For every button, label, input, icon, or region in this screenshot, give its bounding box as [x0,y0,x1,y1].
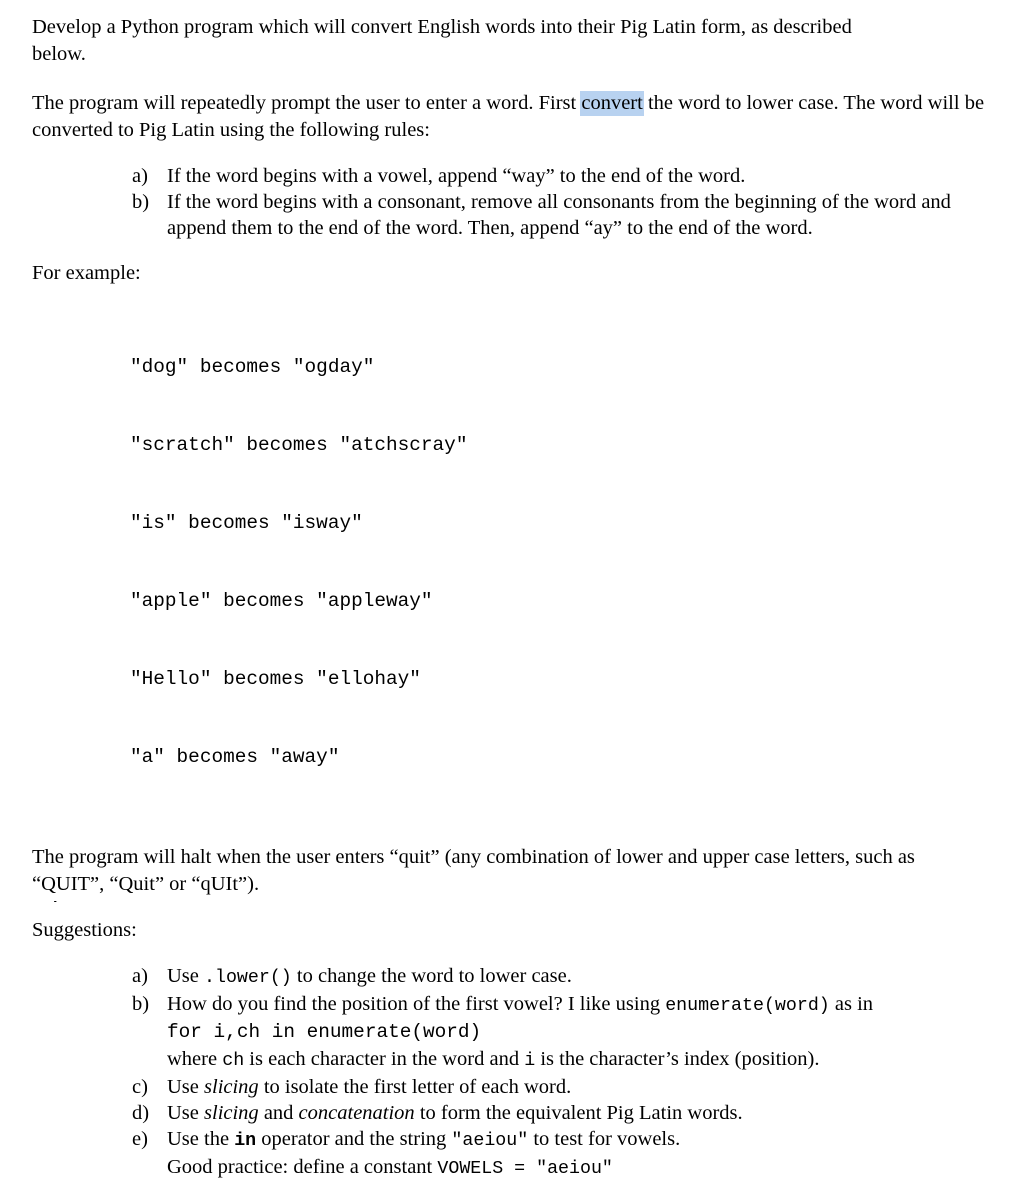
list-item: a) If the word begins with a vowel, appe… [32,163,985,189]
emphasis-text: slicing [204,1102,259,1124]
list-marker: b) [132,191,150,213]
text-fragment: is each character in the word and [244,1048,525,1070]
list-marker: d) [132,1102,150,1124]
list-item-text: Use slicing and concatenation to form th… [167,1100,985,1126]
list-item: b) If the word begins with a consonant, … [32,189,985,241]
list-marker: c) [132,1076,148,1098]
list-item: d) Use slicing and concatenation to form… [32,1100,985,1126]
text-fragment: to isolate the first letter of each word… [258,1076,572,1098]
intro-paragraph: Develop a Python program which will conv… [32,14,985,68]
inline-code: VOWELS = "aeiou" [437,1159,613,1179]
list-item: c) Use slicing to isolate the first lett… [32,1074,985,1100]
list-marker: b) [132,993,150,1015]
example-heading: For example: [32,262,141,284]
list-item-text: If the word begins with a consonant, rem… [167,191,951,239]
inline-code: enumerate(word) [665,996,830,1016]
list-item: a) Use .lower() to change the word to lo… [32,963,985,991]
inline-code: "aeiou" [451,1131,529,1151]
inline-code: ch [222,1051,245,1071]
code-line: "dog" becomes "ogday" [130,356,375,378]
intro-line-2: below. [32,43,86,65]
prompt-paragraph: The program will repeatedly prompt the u… [32,90,985,144]
example-code-block: "dog" becomes "ogday" "scratch" becomes … [32,302,985,822]
list-item-text: Use .lower() to change the word to lower… [167,963,985,991]
emphasis-text: concatenation [298,1102,415,1124]
list-item-text: If the word begins with a vowel, append … [167,165,746,187]
list-marker: a) [132,165,148,187]
list-item: b) How do you find the position of the f… [32,991,985,1074]
prompt-text-before: The program will repeatedly prompt the u… [32,92,582,114]
clipped-text-fragment: A [48,895,63,902]
suggestions-heading: Suggestions: [32,919,137,941]
text-fragment: How do you find the position of the firs… [167,993,666,1015]
code-line: for i,ch in enumerate(word) [167,1021,482,1043]
inline-code-keyword: in [234,1131,257,1151]
list-item-text: How do you find the position of the firs… [167,991,985,1074]
code-line: "a" becomes "away" [130,746,340,768]
rules-list: a) If the word begins with a vowel, appe… [32,163,985,241]
halt-paragraph: The program will halt when the user ente… [32,846,915,895]
selected-word-convert[interactable]: convert [580,91,644,116]
text-fragment: Use [167,1076,205,1098]
text-fragment: to test for vowels. [528,1128,681,1150]
text-fragment: Use [167,965,205,987]
list-item-subtext: where ch is each character in the word a… [167,1046,985,1074]
text-fragment: operator and the string [256,1128,452,1150]
text-fragment: Use the [167,1128,235,1150]
text-fragment: where [167,1048,223,1070]
code-line: "Hello" becomes "ellohay" [130,668,421,690]
suggestions-list: a) Use .lower() to change the word to lo… [32,963,985,1182]
inline-code: .lower() [204,968,292,988]
code-line: "apple" becomes "appleway" [130,590,433,612]
text-fragment: Use [167,1102,205,1124]
text-fragment: as in [829,993,874,1015]
text-fragment: to form the equivalent Pig Latin words. [414,1102,743,1124]
text-fragment: and [258,1102,299,1124]
inline-code: i [524,1051,536,1071]
list-marker: e) [132,1128,148,1150]
list-marker: a) [132,965,148,987]
code-line: "is" becomes "isway" [130,512,363,534]
list-item-text: Use slicing to isolate the first letter … [167,1074,985,1100]
emphasis-text: slicing [204,1076,259,1098]
text-fragment: is the character’s index (position). [535,1048,820,1070]
text-fragment: Good practice: define a constant [167,1156,438,1178]
intro-line-1: Develop a Python program which will conv… [32,16,852,38]
list-item-text: Use the in operator and the string "aeio… [167,1126,985,1182]
document-page: Develop a Python program which will conv… [0,0,1024,1179]
list-item: e) Use the in operator and the string "a… [32,1126,985,1182]
text-fragment: to change the word to lower case. [291,965,572,987]
code-line: "scratch" becomes "atchscray" [130,434,468,456]
list-item-subtext: Good practice: define a constant VOWELS … [167,1154,985,1182]
